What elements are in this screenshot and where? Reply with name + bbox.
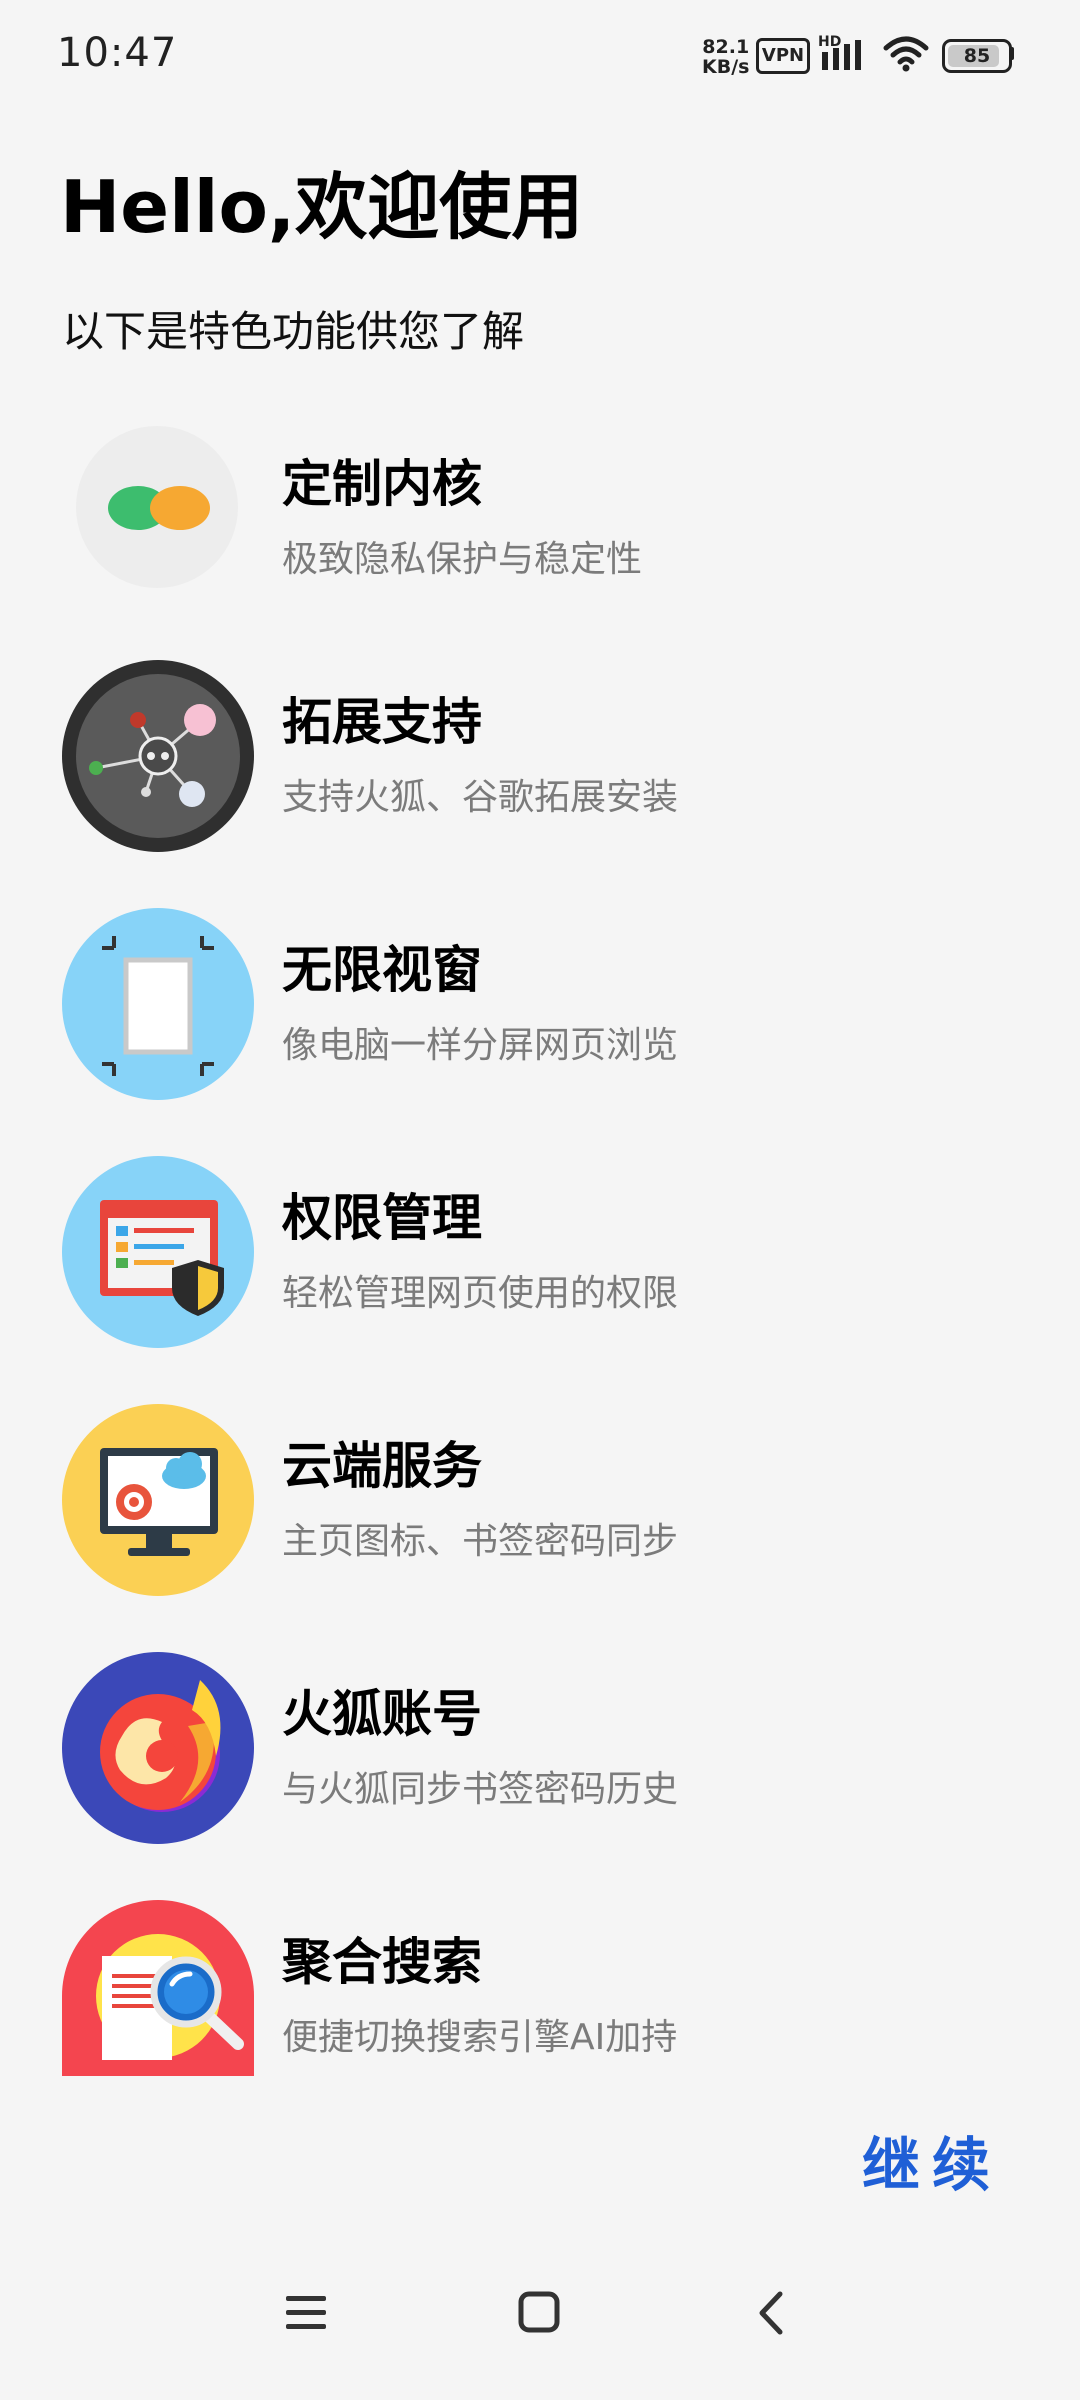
feature-firefox-account: 火狐账号 与火狐同步书签密码历史 (0, 1652, 1080, 1862)
status-time: 10:47 (57, 30, 178, 76)
page-title: Hello,欢迎使用 (60, 165, 584, 249)
feature-desc: 像电脑一样分屏网页浏览 (282, 1025, 679, 1066)
feature-custom-kernel: 定制内核 极致隐私保护与稳定性 (0, 422, 1080, 632)
feature-name: 权限管理 (282, 1189, 482, 1247)
page-subtitle: 以下是特色功能供您了解 (62, 307, 525, 356)
battery-icon: 85 (942, 39, 1012, 73)
signal-icon (822, 40, 861, 70)
feature-desc: 与火狐同步书签密码历史 (282, 1769, 679, 1810)
continue-button[interactable]: 继续 (862, 2118, 1002, 2202)
network-speed-value: 82.1 (702, 36, 750, 58)
search-document-icon (62, 1900, 254, 2076)
feature-name: 定制内核 (282, 455, 482, 513)
feature-desc: 主页图标、书签密码同步 (282, 1521, 679, 1562)
feature-infinite-window: 无限视窗 像电脑一样分屏网页浏览 (0, 908, 1080, 1118)
permission-shield-icon (62, 1156, 254, 1348)
cloud-monitor-icon (62, 1404, 254, 1596)
feature-name: 火狐账号 (282, 1685, 482, 1743)
feature-name: 云端服务 (282, 1437, 482, 1495)
battery-percent: 85 (963, 45, 991, 67)
network-speed-unit: KB/s (702, 56, 750, 78)
navigation-bar (0, 2290, 1080, 2380)
wifi-icon (883, 36, 929, 72)
menu-icon[interactable] (286, 2290, 326, 2336)
status-bar: 10:47 82.1 KB/s VPN HD 85 (0, 0, 1080, 110)
back-icon[interactable] (754, 2290, 788, 2336)
feature-aggregate-search: 聚合搜索 便捷切换搜索引擎AI加持 (0, 1900, 1080, 2110)
firefox-icon (62, 1652, 254, 1844)
feature-name: 聚合搜索 (282, 1933, 482, 1991)
feature-name: 拓展支持 (282, 693, 482, 751)
window-icon (62, 908, 254, 1100)
feature-extension: 拓展支持 支持火狐、谷歌拓展安装 (0, 660, 1080, 870)
extension-icon (62, 660, 254, 852)
feature-desc: 轻松管理网页使用的权限 (282, 1273, 679, 1314)
feature-desc: 支持火狐、谷歌拓展安装 (282, 777, 679, 818)
battery-nub (1010, 47, 1014, 60)
custom-kernel-icon (76, 426, 238, 588)
network-speed: 82.1 KB/s (702, 37, 749, 77)
vpn-badge: VPN (756, 38, 810, 74)
feature-cloud: 云端服务 主页图标、书签密码同步 (0, 1404, 1080, 1614)
feature-name: 无限视窗 (282, 941, 482, 999)
feature-desc: 便捷切换搜索引擎AI加持 (282, 2017, 678, 2058)
feature-permissions: 权限管理 轻松管理网页使用的权限 (0, 1156, 1080, 1366)
feature-desc: 极致隐私保护与稳定性 (282, 539, 643, 580)
home-icon[interactable] (518, 2290, 560, 2336)
